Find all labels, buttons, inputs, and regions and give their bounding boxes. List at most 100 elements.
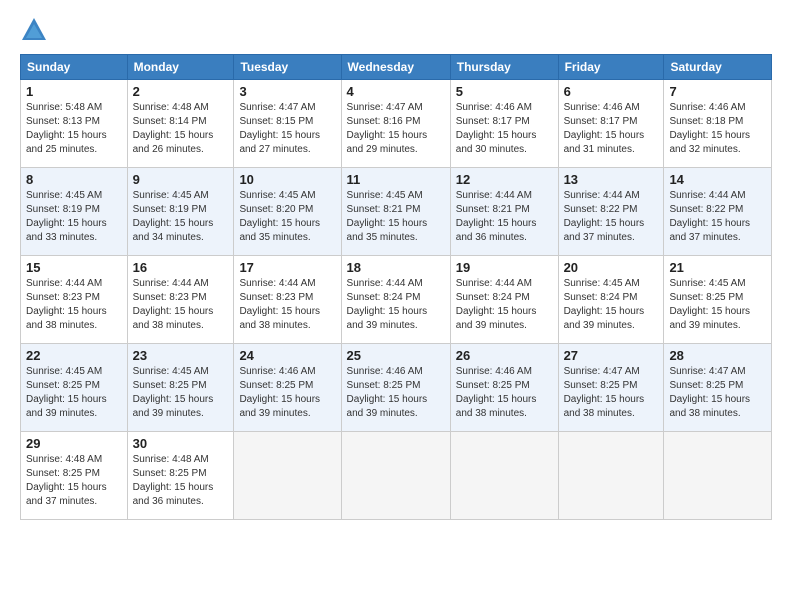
- day-info: Sunrise: 4:44 AMSunset: 8:24 PMDaylight:…: [456, 277, 553, 333]
- day-number: 30: [133, 436, 229, 451]
- day-number: 29: [26, 436, 122, 451]
- day-number: 3: [239, 84, 335, 99]
- calendar-cell: 29 Sunrise: 4:48 AMSunset: 8:25 PMDayligh…: [21, 432, 128, 520]
- calendar-cell: 25 Sunrise: 4:46 AMSunset: 8:25 PMDayligh…: [341, 344, 450, 432]
- day-info: Sunrise: 4:45 AMSunset: 8:24 PMDaylight:…: [564, 277, 659, 333]
- day-info: Sunrise: 4:46 AMSunset: 8:25 PMDaylight:…: [239, 365, 335, 421]
- day-number: 10: [239, 172, 335, 187]
- day-info: Sunrise: 4:46 AMSunset: 8:25 PMDaylight:…: [347, 365, 445, 421]
- calendar-cell: 8 Sunrise: 4:45 AMSunset: 8:19 PMDaylight…: [21, 168, 128, 256]
- calendar-cell: 6Sunrise: 4:46 AMSunset: 8:17 PMDaylight…: [558, 80, 664, 168]
- calendar-cell: 12Sunrise: 4:44 AMSunset: 8:21 PMDayligh…: [450, 168, 558, 256]
- day-info: Sunrise: 5:48 AMSunset: 8:13 PMDaylight:…: [26, 101, 122, 157]
- calendar-cell: 24Sunrise: 4:46 AMSunset: 8:25 PMDayligh…: [234, 344, 341, 432]
- day-number: 7: [669, 84, 766, 99]
- day-info: Sunrise: 4:46 AMSunset: 8:17 PMDaylight:…: [564, 101, 659, 157]
- calendar-cell: 23 Sunrise: 4:45 AMSunset: 8:25 PMDayligh…: [127, 344, 234, 432]
- day-info: Sunrise: 4:44 AMSunset: 8:24 PMDaylight:…: [347, 277, 445, 333]
- calendar-week-4: 22 Sunrise: 4:45 AMSunset: 8:25 PMDayligh…: [21, 344, 772, 432]
- day-number: 13: [564, 172, 659, 187]
- calendar-cell: [234, 432, 341, 520]
- day-number: 4: [347, 84, 445, 99]
- day-header-thursday: Thursday: [450, 55, 558, 80]
- calendar-cell: 27 Sunrise: 4:47 AMSunset: 8:25 PMDayligh…: [558, 344, 664, 432]
- day-number: 18: [347, 260, 445, 275]
- page: SundayMondayTuesdayWednesdayThursdayFrid…: [0, 0, 792, 612]
- calendar-cell: 11Sunrise: 4:45 AMSunset: 8:21 PMDayligh…: [341, 168, 450, 256]
- day-info: Sunrise: 4:45 AMSunset: 8:21 PMDaylight:…: [347, 189, 445, 245]
- day-info: Sunrise: 4:44 AMSunset: 8:22 PMDaylight:…: [564, 189, 659, 245]
- day-info: Sunrise: 4:47 AMSunset: 8:16 PMDaylight:…: [347, 101, 445, 157]
- calendar-cell: 17 Sunrise: 4:44 AMSunset: 8:23 PMDayligh…: [234, 256, 341, 344]
- calendar-cell: 22 Sunrise: 4:45 AMSunset: 8:25 PMDayligh…: [21, 344, 128, 432]
- calendar-cell: [558, 432, 664, 520]
- day-header-saturday: Saturday: [664, 55, 772, 80]
- calendar-week-5: 29 Sunrise: 4:48 AMSunset: 8:25 PMDayligh…: [21, 432, 772, 520]
- day-number: 19: [456, 260, 553, 275]
- calendar-cell: 3Sunrise: 4:47 AMSunset: 8:15 PMDaylight…: [234, 80, 341, 168]
- calendar-cell: 9 Sunrise: 4:45 AMSunset: 8:19 PMDaylight…: [127, 168, 234, 256]
- calendar-week-1: 1 Sunrise: 5:48 AMSunset: 8:13 PMDaylight…: [21, 80, 772, 168]
- calendar-cell: 5 Sunrise: 4:46 AMSunset: 8:17 PMDaylight…: [450, 80, 558, 168]
- day-number: 8: [26, 172, 122, 187]
- day-info: Sunrise: 4:45 AMSunset: 8:25 PMDaylight:…: [133, 365, 229, 421]
- day-header-tuesday: Tuesday: [234, 55, 341, 80]
- day-number: 5: [456, 84, 553, 99]
- day-number: 21: [669, 260, 766, 275]
- day-info: Sunrise: 4:45 AMSunset: 8:25 PMDaylight:…: [669, 277, 766, 333]
- calendar-cell: [450, 432, 558, 520]
- day-info: Sunrise: 4:46 AMSunset: 8:17 PMDaylight:…: [456, 101, 553, 157]
- calendar-cell: 20 Sunrise: 4:45 AMSunset: 8:24 PMDayligh…: [558, 256, 664, 344]
- day-number: 16: [133, 260, 229, 275]
- calendar-cell: 10 Sunrise: 4:45 AMSunset: 8:20 PMDayligh…: [234, 168, 341, 256]
- calendar-cell: 26 Sunrise: 4:46 AMSunset: 8:25 PMDayligh…: [450, 344, 558, 432]
- calendar-cell: 15Sunrise: 4:44 AMSunset: 8:23 PMDayligh…: [21, 256, 128, 344]
- day-number: 26: [456, 348, 553, 363]
- day-info: Sunrise: 4:46 AMSunset: 8:18 PMDaylight:…: [669, 101, 766, 157]
- day-info: Sunrise: 4:47 AMSunset: 8:25 PMDaylight:…: [564, 365, 659, 421]
- day-number: 14: [669, 172, 766, 187]
- calendar-cell: [341, 432, 450, 520]
- logo: [20, 16, 52, 44]
- day-number: 15: [26, 260, 122, 275]
- calendar-cell: 30 Sunrise: 4:48 AMSunset: 8:25 PMDayligh…: [127, 432, 234, 520]
- day-number: 23: [133, 348, 229, 363]
- calendar-cell: 19 Sunrise: 4:44 AMSunset: 8:24 PMDayligh…: [450, 256, 558, 344]
- day-number: 1: [26, 84, 122, 99]
- day-number: 9: [133, 172, 229, 187]
- day-info: Sunrise: 4:48 AMSunset: 8:25 PMDaylight:…: [26, 453, 122, 509]
- day-number: 25: [347, 348, 445, 363]
- day-info: Sunrise: 4:48 AMSunset: 8:14 PMDaylight:…: [133, 101, 229, 157]
- calendar-cell: 18 Sunrise: 4:44 AMSunset: 8:24 PMDayligh…: [341, 256, 450, 344]
- day-number: 2: [133, 84, 229, 99]
- day-info: Sunrise: 4:44 AMSunset: 8:23 PMDaylight:…: [239, 277, 335, 333]
- day-number: 28: [669, 348, 766, 363]
- day-number: 27: [564, 348, 659, 363]
- calendar-cell: 16Sunrise: 4:44 AMSunset: 8:23 PMDayligh…: [127, 256, 234, 344]
- day-number: 17: [239, 260, 335, 275]
- calendar-week-3: 15 Sunrise: 4:44 AMSunset: 8:23 PMDayligh…: [21, 256, 772, 344]
- day-header-monday: Monday: [127, 55, 234, 80]
- calendar-week-2: 8 Sunrise: 4:45 AMSunset: 8:19 PMDaylight…: [21, 168, 772, 256]
- day-info: Sunrise: 4:44 AMSunset: 8:22 PMDaylight:…: [669, 189, 766, 245]
- day-info: Sunrise: 4:45 AMSunset: 8:19 PMDaylight:…: [26, 189, 122, 245]
- day-info: Sunrise: 4:44 AMSunset: 8:21 PMDaylight:…: [456, 189, 553, 245]
- calendar-cell: 21 Sunrise: 4:45 AMSunset: 8:25 PMDayligh…: [664, 256, 772, 344]
- calendar-cell: 13 Sunrise: 4:44 AMSunset: 8:22 PMDayligh…: [558, 168, 664, 256]
- logo-icon: [20, 16, 48, 44]
- day-header-friday: Friday: [558, 55, 664, 80]
- day-info: Sunrise: 4:46 AMSunset: 8:25 PMDaylight:…: [456, 365, 553, 421]
- calendar-cell: 7 Sunrise: 4:46 AMSunset: 8:18 PMDaylight…: [664, 80, 772, 168]
- day-header-wednesday: Wednesday: [341, 55, 450, 80]
- calendar-body: 1 Sunrise: 5:48 AMSunset: 8:13 PMDaylight…: [21, 80, 772, 520]
- calendar-table: SundayMondayTuesdayWednesdayThursdayFrid…: [20, 54, 772, 520]
- day-info: Sunrise: 4:45 AMSunset: 8:20 PMDaylight:…: [239, 189, 335, 245]
- calendar-cell: 1 Sunrise: 5:48 AMSunset: 8:13 PMDaylight…: [21, 80, 128, 168]
- calendar-cell: [664, 432, 772, 520]
- day-info: Sunrise: 4:45 AMSunset: 8:25 PMDaylight:…: [26, 365, 122, 421]
- calendar-header: SundayMondayTuesdayWednesdayThursdayFrid…: [21, 55, 772, 80]
- day-info: Sunrise: 4:45 AMSunset: 8:19 PMDaylight:…: [133, 189, 229, 245]
- day-number: 20: [564, 260, 659, 275]
- day-info: Sunrise: 4:48 AMSunset: 8:25 PMDaylight:…: [133, 453, 229, 509]
- day-number: 22: [26, 348, 122, 363]
